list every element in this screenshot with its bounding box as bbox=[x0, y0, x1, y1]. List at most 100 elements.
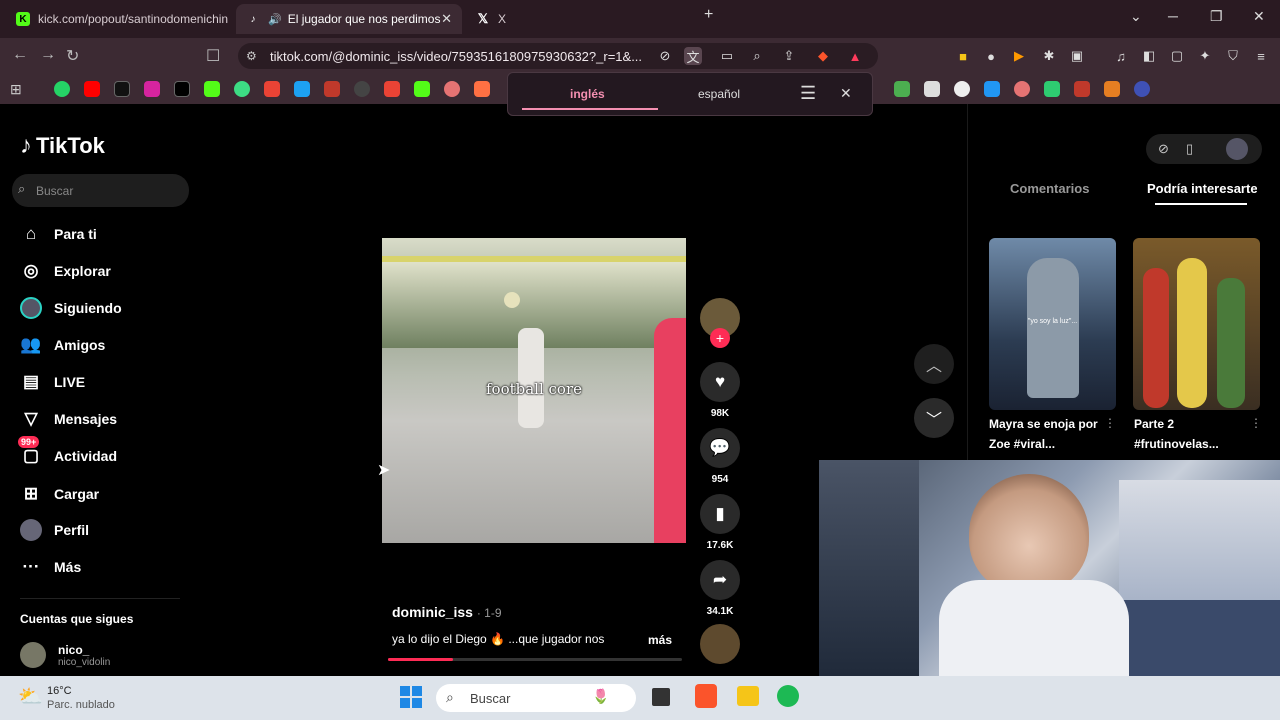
tiktok-bookmark-icon[interactable] bbox=[114, 81, 130, 97]
share-icon[interactable]: ⇪ bbox=[780, 47, 798, 65]
creator-avatar-action[interactable]: + bbox=[700, 298, 740, 348]
suggested-title-2[interactable]: Parte 2 #frutinovelas... bbox=[1134, 414, 1244, 454]
like-action[interactable]: ♥ 98K bbox=[700, 362, 740, 419]
video-author[interactable]: dominic_iss · 1-9 bbox=[392, 604, 502, 620]
x-bookmark-icon[interactable] bbox=[174, 81, 190, 97]
save-action[interactable]: ▮ 17.6K bbox=[700, 494, 740, 551]
video-progress-bar[interactable] bbox=[388, 658, 682, 661]
nav-para-ti[interactable]: ⌂ Para ti bbox=[20, 223, 97, 245]
kick-bookmark-icon[interactable] bbox=[204, 81, 220, 97]
weather-widget[interactable]: 16°C Parc. nublado bbox=[47, 684, 115, 712]
share-arrow-icon[interactable]: ➦ bbox=[700, 560, 740, 600]
vpn-icon[interactable]: ⛉ bbox=[1224, 47, 1242, 65]
android-bookmark-icon[interactable] bbox=[234, 81, 250, 97]
leo-icon[interactable]: ✦ bbox=[1196, 47, 1214, 65]
wallet-icon[interactable]: ▢ bbox=[1168, 47, 1186, 65]
author-name[interactable]: dominic_iss bbox=[392, 604, 473, 620]
instagram-icon[interactable] bbox=[144, 81, 160, 97]
brave-taskbar-icon[interactable] bbox=[695, 684, 717, 708]
mobile-icon[interactable]: ▯ bbox=[1186, 141, 1193, 157]
nav-siguiendo[interactable]: Siguiendo bbox=[20, 297, 122, 319]
taskbar-search[interactable]: ⌕ Buscar 🌷 bbox=[436, 684, 636, 712]
bookmark-red-icon[interactable] bbox=[444, 81, 460, 97]
youtube-icon[interactable] bbox=[84, 81, 100, 97]
nav-amigos[interactable]: 👥 Amigos bbox=[20, 334, 105, 356]
apps-icon[interactable]: ⊞ bbox=[10, 81, 26, 97]
whatsapp-icon[interactable] bbox=[54, 81, 70, 97]
nav-actividad[interactable]: ▢ 99+ Actividad bbox=[18, 436, 117, 467]
bookmark-icon[interactable]: ☐ bbox=[206, 46, 220, 66]
minimize-icon[interactable]: ─ bbox=[1168, 8, 1178, 24]
close-tab-icon[interactable]: ✕ bbox=[441, 11, 452, 27]
extension-arrow-icon[interactable]: ▶ bbox=[1010, 47, 1028, 65]
bookmark-save-icon[interactable]: ▮ bbox=[700, 494, 740, 534]
cast-icon[interactable]: ▭ bbox=[718, 47, 736, 65]
spotify-icon[interactable] bbox=[777, 685, 799, 707]
file-explorer-icon[interactable] bbox=[737, 686, 759, 706]
zoom-icon[interactable]: ⌕ bbox=[748, 47, 766, 65]
back-icon[interactable]: ← bbox=[12, 46, 28, 64]
suggested-title-1[interactable]: Mayra se enoja por Zoe #viral... bbox=[989, 414, 1099, 454]
nav-mensajes[interactable]: ▽ Mensajes bbox=[20, 408, 117, 430]
gmail-icon[interactable] bbox=[264, 81, 280, 97]
brave-shield-icon[interactable]: ◆ bbox=[814, 47, 832, 65]
translate-icon[interactable]: 文 bbox=[684, 47, 702, 65]
tab-suggested[interactable]: Podría interesarte bbox=[1147, 181, 1257, 196]
following-account[interactable]: nico_ nico_vidolin bbox=[20, 642, 110, 668]
mute-icon[interactable]: ⊘ bbox=[656, 47, 674, 65]
bookmark-blue-icon[interactable] bbox=[294, 81, 310, 97]
bookmark-star-2-icon[interactable] bbox=[1104, 81, 1120, 97]
speaker-icon[interactable]: 🔊 bbox=[268, 13, 282, 26]
kick-2-icon[interactable] bbox=[414, 81, 430, 97]
follow-plus-icon[interactable]: + bbox=[710, 328, 730, 348]
tab-tiktok[interactable]: ♪ 🔊 El jugador que nos perdimos ✕ bbox=[236, 4, 462, 34]
compass-toggle-icon[interactable]: ⊘ bbox=[1158, 141, 1169, 157]
download-icon[interactable] bbox=[894, 81, 910, 97]
previous-video-button[interactable]: ︿ bbox=[914, 344, 954, 384]
extension-wallet-icon[interactable]: ■ bbox=[954, 47, 972, 65]
lang-to[interactable]: español bbox=[698, 87, 740, 101]
share-action[interactable]: ➦ 34.1K bbox=[700, 560, 740, 617]
github-icon[interactable] bbox=[354, 81, 370, 97]
more-options-icon[interactable]: ⋮ bbox=[1250, 416, 1262, 430]
extension-play-icon[interactable]: ● bbox=[982, 47, 1000, 65]
windows-start-icon[interactable] bbox=[400, 686, 422, 708]
bookmark-download-icon[interactable] bbox=[984, 81, 1000, 97]
suggested-thumb-1[interactable]: "yo soy la luz"... bbox=[989, 238, 1116, 410]
tiktok-logo[interactable]: ♪ TikTok bbox=[20, 132, 105, 160]
more-options-icon[interactable]: ⋮ bbox=[1104, 416, 1116, 430]
more-link[interactable]: más bbox=[648, 633, 672, 647]
task-view-icon[interactable] bbox=[652, 688, 670, 706]
tab-x[interactable]: 𝕏 X bbox=[466, 4, 692, 34]
bookmark-circle-icon[interactable] bbox=[1014, 81, 1030, 97]
bookmark-green-icon[interactable] bbox=[1044, 81, 1060, 97]
close-window-icon[interactable]: ✕ bbox=[1253, 8, 1265, 25]
comment-icon[interactable]: 💬 bbox=[700, 428, 740, 468]
screenshot-icon[interactable]: ▣ bbox=[1068, 47, 1086, 65]
comment-action[interactable]: 💬 954 bbox=[700, 428, 740, 485]
video-player[interactable]: football core bbox=[382, 238, 686, 543]
gmail-2-icon[interactable] bbox=[384, 81, 400, 97]
sidebar-icon[interactable]: ◧ bbox=[1140, 47, 1158, 65]
document-icon[interactable] bbox=[924, 81, 940, 97]
next-video-button[interactable]: ﹀ bbox=[914, 398, 954, 438]
bookmark-white-icon[interactable] bbox=[954, 81, 970, 97]
bookmark-c-icon[interactable] bbox=[1134, 81, 1150, 97]
heart-icon[interactable]: ♥ bbox=[700, 362, 740, 402]
site-info-icon[interactable]: ⚙ bbox=[246, 49, 257, 63]
extensions-icon[interactable]: ✱ bbox=[1040, 47, 1058, 65]
stats-icon[interactable] bbox=[324, 81, 340, 97]
lang-from[interactable]: inglés bbox=[570, 87, 605, 101]
nav-live[interactable]: ▤ LIVE bbox=[20, 371, 85, 393]
media-icon[interactable]: ♫ bbox=[1112, 47, 1130, 65]
suggested-thumb-2[interactable] bbox=[1133, 238, 1260, 410]
weather-icon[interactable]: ⛅ bbox=[18, 684, 43, 709]
user-avatar[interactable] bbox=[1226, 138, 1248, 160]
search-input[interactable]: ⌕ Buscar bbox=[12, 174, 189, 207]
bookmark-star-icon[interactable] bbox=[1074, 81, 1090, 97]
chevron-down-icon[interactable]: ⌄ bbox=[1130, 8, 1142, 25]
music-disc[interactable] bbox=[700, 624, 740, 664]
translate-menu-icon[interactable]: ☰ bbox=[800, 83, 816, 104]
nav-explorar[interactable]: ◎ Explorar bbox=[20, 260, 111, 282]
reload-icon[interactable]: ↻ bbox=[66, 46, 79, 66]
